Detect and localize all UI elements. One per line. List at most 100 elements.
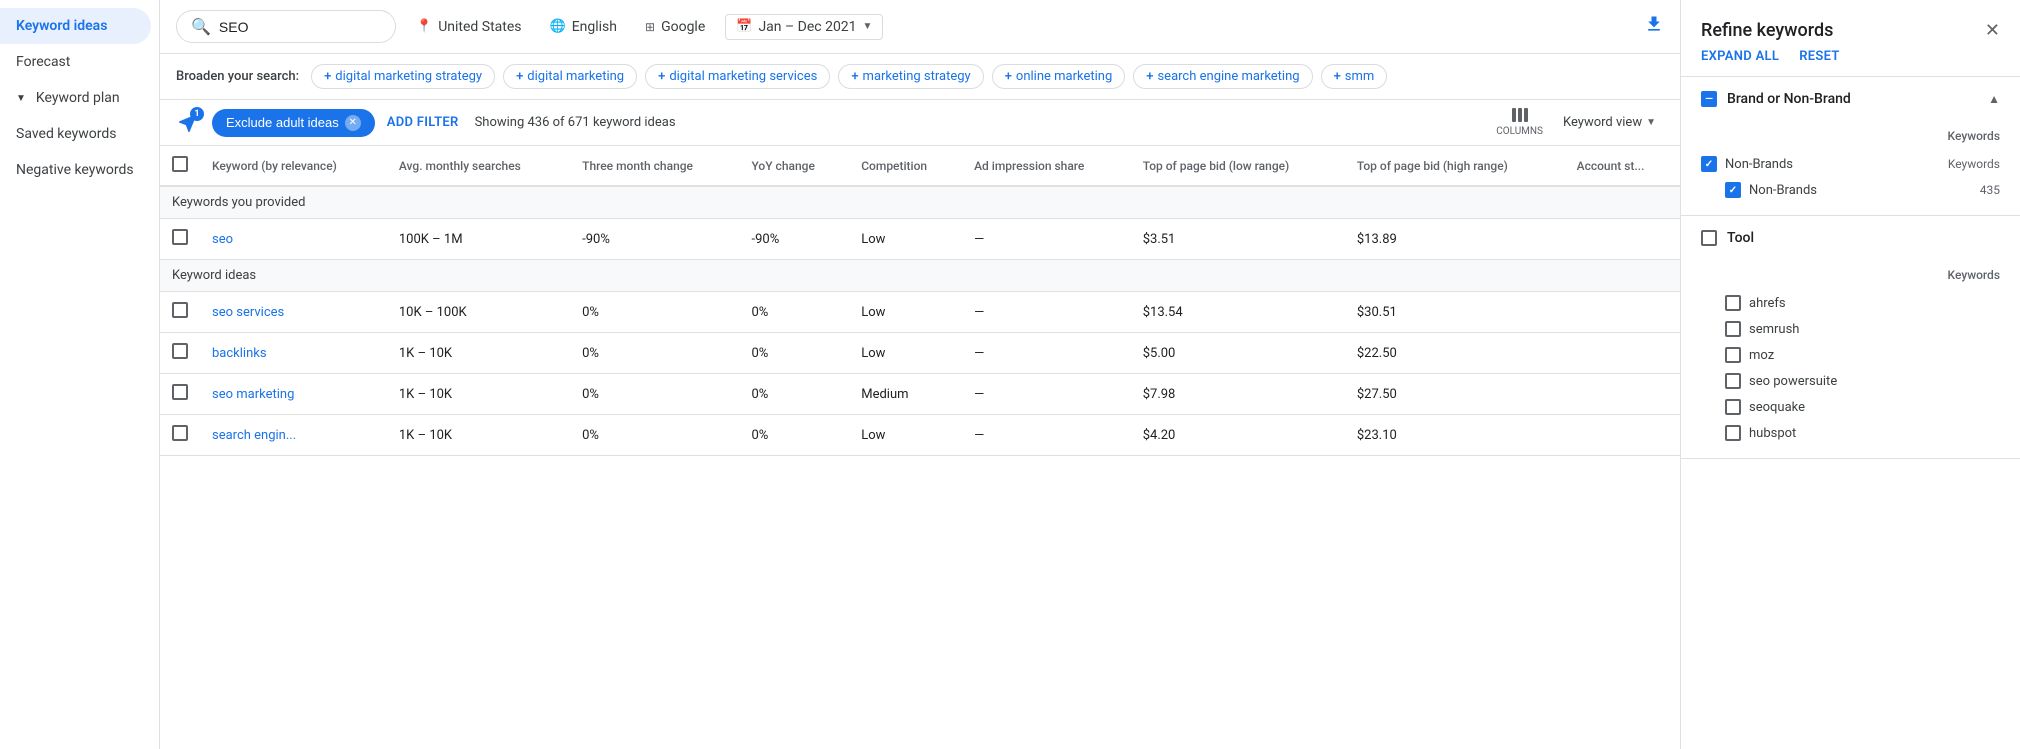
broaden-chip-1[interactable]: + digital marketing [503,64,637,89]
keyword-cell: seo [200,219,387,260]
refine-section-brand-header[interactable]: Brand or Non-Brand ▲ [1681,77,2020,121]
sidebar-item-keyword-ideas[interactable]: Keyword ideas [0,8,151,44]
table-header-row: Keyword (by relevance) Avg. monthly sear… [160,146,1680,186]
select-all-header[interactable] [160,146,200,186]
sidebar-item-forecast[interactable]: Forecast [0,44,151,80]
th-yoy[interactable]: YoY change [739,146,849,186]
expand-all-button[interactable]: EXPAND ALL [1701,49,1779,64]
table-row: seo marketing 1K – 10K 0% 0% Medium — $7… [160,374,1680,415]
keyword-view-button[interactable]: Keyword view ▼ [1555,111,1664,134]
sidebar-item-label: Keyword ideas [16,18,107,34]
th-three-month[interactable]: Three month change [570,146,739,186]
yoy-cell: 0% [739,292,849,333]
th-ad-impression[interactable]: Ad impression share [962,146,1131,186]
row-checkbox[interactable] [172,302,188,318]
three-month-cell: -90% [570,219,739,260]
moz-label: moz [1749,348,2000,363]
semrush-checkbox[interactable] [1725,321,1741,337]
download-button[interactable] [1644,14,1664,39]
broaden-chip-0[interactable]: + digital marketing strategy [311,64,495,89]
non-brands-checkbox[interactable] [1701,156,1717,172]
yoy-cell: 0% [739,333,849,374]
th-account-st[interactable]: Account st... [1565,146,1680,186]
sidebar-item-negative-keywords[interactable]: Negative keywords [0,152,151,188]
row-checkbox[interactable] [172,343,188,359]
keyword-cell: seo marketing [200,374,387,415]
non-brands-child-count: 435 [1980,183,2000,197]
ahrefs-checkbox[interactable] [1725,295,1741,311]
refine-section-tool-title: Tool [1701,230,1754,246]
row-checkbox[interactable] [172,229,188,245]
tool-section-checkbox[interactable] [1701,230,1717,246]
brand-section-checkbox[interactable] [1701,91,1717,107]
row-checkbox[interactable] [172,384,188,400]
keyword-table: Keyword (by relevance) Avg. monthly sear… [160,146,1680,456]
seoquake-checkbox[interactable] [1725,399,1741,415]
th-top-page-high[interactable]: Top of page bid (high range) [1345,146,1565,186]
close-icon: ✕ [345,115,361,131]
calendar-icon: 📅 [736,19,752,34]
refine-row-non-brands: Non-Brands 435 [1701,177,2000,203]
date-range-filter[interactable]: 📅 Jan – Dec 2021 ▼ [725,14,883,40]
sidebar-item-keyword-plan[interactable]: ▼ Keyword plan [0,80,151,116]
keyword-cell: seo services [200,292,387,333]
ad-impression-cell: — [962,219,1131,260]
plus-icon: + [658,69,665,84]
table-row: search engin... 1K – 10K 0% 0% Low — $4.… [160,415,1680,456]
moz-checkbox[interactable] [1725,347,1741,363]
plus-icon: + [324,69,331,84]
sidebar-item-saved-keywords[interactable]: Saved keywords [0,116,151,152]
engine-filter[interactable]: ⊞ Google [637,15,713,39]
location-filter[interactable]: 📍 United States [408,15,530,39]
seo-powersuite-checkbox[interactable] [1725,373,1741,389]
keyword-cell: search engin... [200,415,387,456]
refine-section-tool-header[interactable]: Tool [1681,216,2020,260]
language-filter[interactable]: 🌐 English [542,15,625,39]
row-checkbox[interactable] [172,425,188,441]
add-filter-button[interactable]: ADD FILTER [387,115,459,130]
columns-button[interactable]: COLUMNS [1496,108,1543,137]
columns-icon [1512,108,1528,122]
broaden-row: Broaden your search: + digital marketing… [160,54,1680,100]
location-label: United States [438,19,521,35]
table-row: backlinks 1K – 10K 0% 0% Low — $5.00 $22… [160,333,1680,374]
broaden-chip-2[interactable]: + digital marketing services [645,64,830,89]
refine-section-tool: Tool Keywords ahrefs semrush moz se [1681,216,2020,459]
search-input[interactable] [219,19,359,35]
select-all-checkbox[interactable] [172,156,188,172]
refine-row-seoquake: seoquake [1701,394,2000,420]
refine-actions: EXPAND ALL RESET [1681,49,2020,77]
search-box[interactable]: 🔍 [176,10,396,43]
broaden-chip-6[interactable]: + smm [1321,64,1388,89]
non-brands-label: Non-Brands [1725,157,1940,172]
broaden-chip-5[interactable]: + search engine marketing [1133,64,1312,89]
th-keyword[interactable]: Keyword (by relevance) [200,146,387,186]
plus-icon: + [1146,69,1153,84]
showing-count-text: Showing 436 of 671 keyword ideas [475,115,676,130]
ad-impression-cell: — [962,292,1131,333]
th-competition[interactable]: Competition [849,146,962,186]
broaden-chip-3[interactable]: + marketing strategy [838,64,983,89]
ad-impression-cell: — [962,333,1131,374]
exclude-adult-button[interactable]: Exclude adult ideas ✕ [212,109,375,137]
reset-button[interactable]: RESET [1799,49,1839,64]
top-low-cell: $3.51 [1131,219,1345,260]
three-month-cell: 0% [570,415,739,456]
yoy-cell: 0% [739,374,849,415]
avg-monthly-cell: 1K – 10K [387,374,570,415]
hubspot-checkbox[interactable] [1725,425,1741,441]
non-brands-child-checkbox[interactable] [1725,182,1741,198]
avg-monthly-cell: 100K – 1M [387,219,570,260]
broaden-chip-4[interactable]: + online marketing [992,64,1126,89]
chevron-down-icon: ▼ [1646,117,1656,128]
th-avg-monthly[interactable]: Avg. monthly searches [387,146,570,186]
language-icon: 🌐 [550,19,566,34]
broaden-chip-label: online marketing [1016,69,1112,84]
refine-section-tool-body: Keywords ahrefs semrush moz seo powersui… [1681,260,2020,458]
bird-filter-icon[interactable]: 1 [176,111,200,135]
refine-section-brand: Brand or Non-Brand ▲ Keywords Non-Brands… [1681,77,2020,216]
th-top-page-low[interactable]: Top of page bid (low range) [1131,146,1345,186]
close-panel-button[interactable]: ✕ [1985,20,2000,41]
broaden-chip-label: smm [1345,69,1375,84]
table-section-header: Keyword ideas [160,260,1680,292]
